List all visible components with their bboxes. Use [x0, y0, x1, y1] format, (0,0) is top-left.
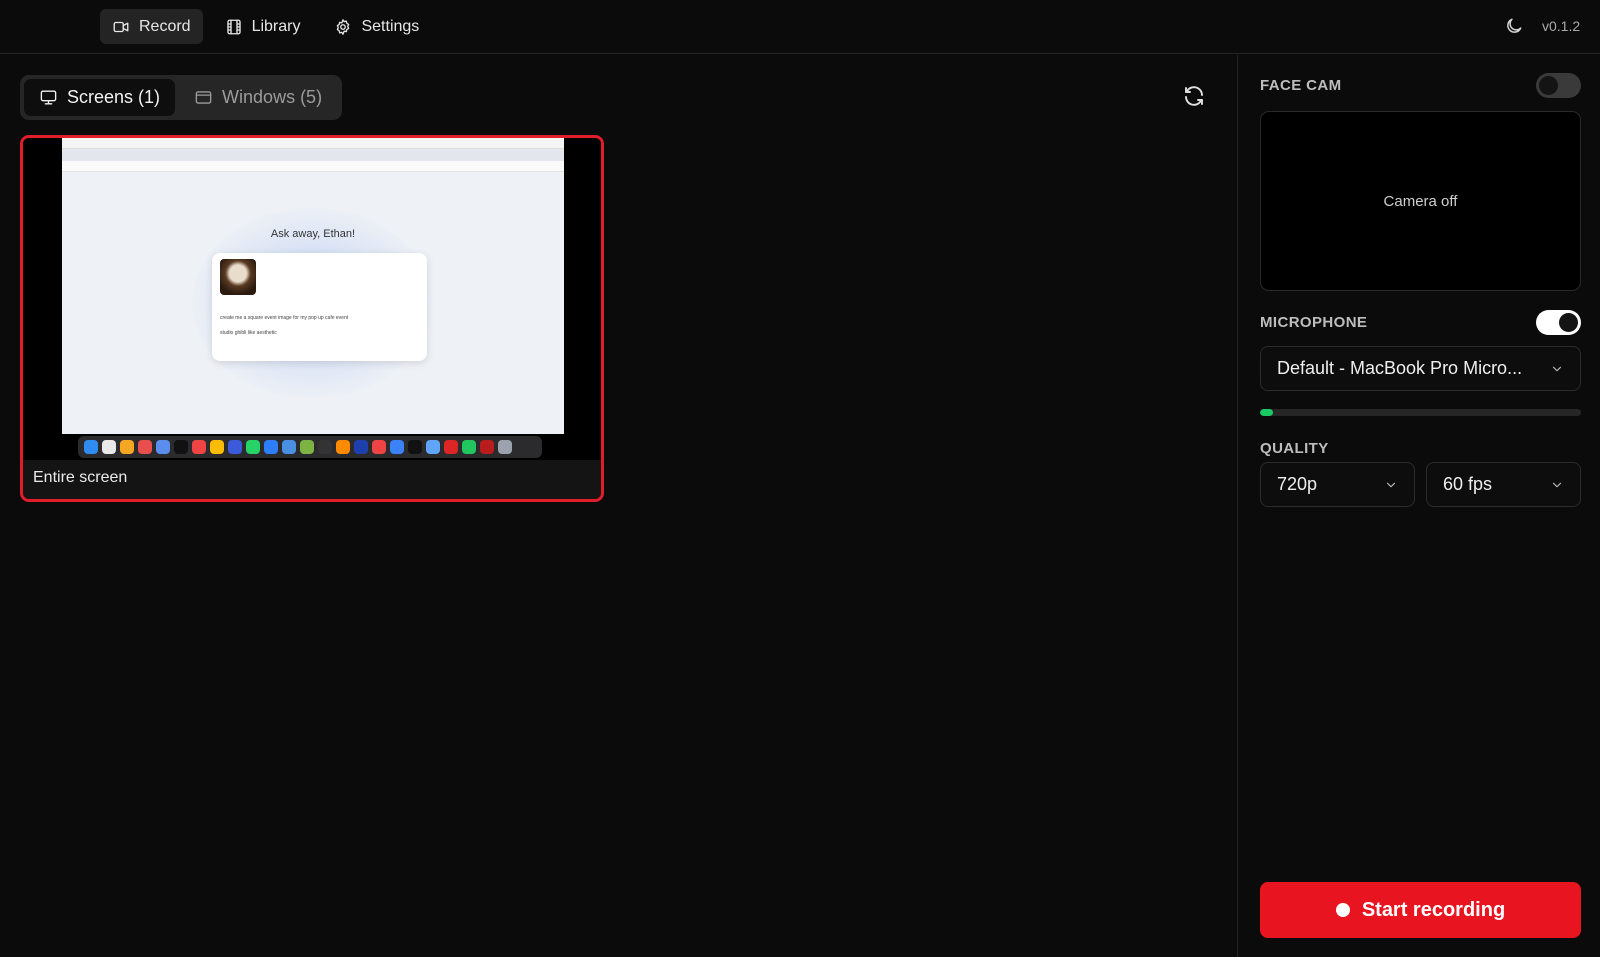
- version-label: v0.1.2: [1542, 18, 1581, 34]
- start-recording-label: Start recording: [1361, 898, 1506, 921]
- thumbnail-prompt-line-2: studio ghibli like aesthetic: [220, 330, 277, 336]
- camera-preview: Camera off: [1260, 111, 1581, 291]
- record-dot-icon: [1335, 903, 1350, 917]
- tab-screens-label: Screens (1): [67, 87, 161, 107]
- microphone-device: Default - MacBook Pro Micro...: [1277, 358, 1523, 378]
- fps-select[interactable]: 60 fps: [1426, 462, 1581, 507]
- thumbnail-greeting: Ask away, Ethan!: [270, 228, 356, 240]
- refresh-sources-button[interactable]: [1182, 84, 1208, 110]
- source-tabs: Screens (1) Windows (5): [20, 75, 342, 120]
- screen-source-label: Entire screen: [33, 469, 128, 486]
- chevron-down-icon: [1386, 482, 1396, 487]
- resolution-select[interactable]: 720p: [1260, 462, 1415, 507]
- gear-icon: [337, 18, 350, 35]
- main-nav: Record Library Settings: [100, 9, 431, 44]
- monitor-icon: [40, 90, 57, 105]
- chevron-down-icon: [1552, 366, 1562, 371]
- thumbnail-desktop: Ask away, Ethan! create me a square even…: [62, 138, 564, 434]
- resolution-value: 720p: [1277, 474, 1318, 494]
- face-cam-toggle[interactable]: [1536, 73, 1581, 98]
- screen-thumbnail: Ask away, Ethan! create me a square even…: [23, 138, 601, 460]
- thumbnail-prompt-box: create me a square event image for my po…: [212, 253, 427, 361]
- window-icon: [195, 91, 212, 104]
- tab-windows-label: Windows (5): [222, 87, 323, 107]
- nav-library-label: Library: [251, 17, 301, 35]
- screen-source-card[interactable]: Ask away, Ethan! create me a square even…: [20, 135, 604, 502]
- nav-record[interactable]: Record: [100, 9, 203, 44]
- nav-library[interactable]: Library: [213, 9, 313, 44]
- tab-screens[interactable]: Screens (1): [24, 79, 176, 116]
- settings-panel: FACE CAM Camera off MICROPHONE Default -…: [1237, 55, 1600, 957]
- theme-toggle-button[interactable]: [1504, 16, 1526, 38]
- microphone-level-fill: [1260, 409, 1273, 416]
- refresh-icon: [1185, 86, 1203, 106]
- video-camera-icon: [113, 21, 129, 32]
- face-cam-title: FACE CAM: [1260, 77, 1342, 94]
- chevron-down-icon: [1552, 482, 1562, 487]
- thumbnail-dock: [78, 436, 542, 458]
- microphone-toggle[interactable]: [1536, 310, 1581, 335]
- thumbnail-prompt-line-1: create me a square event image for my po…: [220, 315, 349, 321]
- microphone-level-meter: [1260, 409, 1581, 416]
- nav-settings-label: Settings: [361, 17, 420, 35]
- tab-windows[interactable]: Windows (5): [179, 79, 337, 116]
- moon-icon: [1507, 18, 1522, 33]
- source-picker: Screens (1) Windows (5) Ask away, Ethan!…: [0, 55, 1237, 957]
- nav-record-label: Record: [139, 17, 191, 35]
- start-recording-button[interactable]: Start recording: [1260, 882, 1581, 938]
- microphone-title: MICROPHONE: [1260, 314, 1368, 331]
- top-bar: Record Library Settings v0.1.2: [0, 0, 1600, 54]
- quality-title: QUALITY: [1260, 440, 1329, 457]
- camera-off-text: Camera off: [1383, 192, 1458, 210]
- film-icon: [226, 19, 241, 34]
- nav-settings[interactable]: Settings: [322, 9, 431, 44]
- thumbnail-photo: [220, 259, 256, 295]
- microphone-select[interactable]: Default - MacBook Pro Micro...: [1260, 346, 1581, 391]
- fps-value: 60 fps: [1443, 474, 1493, 494]
